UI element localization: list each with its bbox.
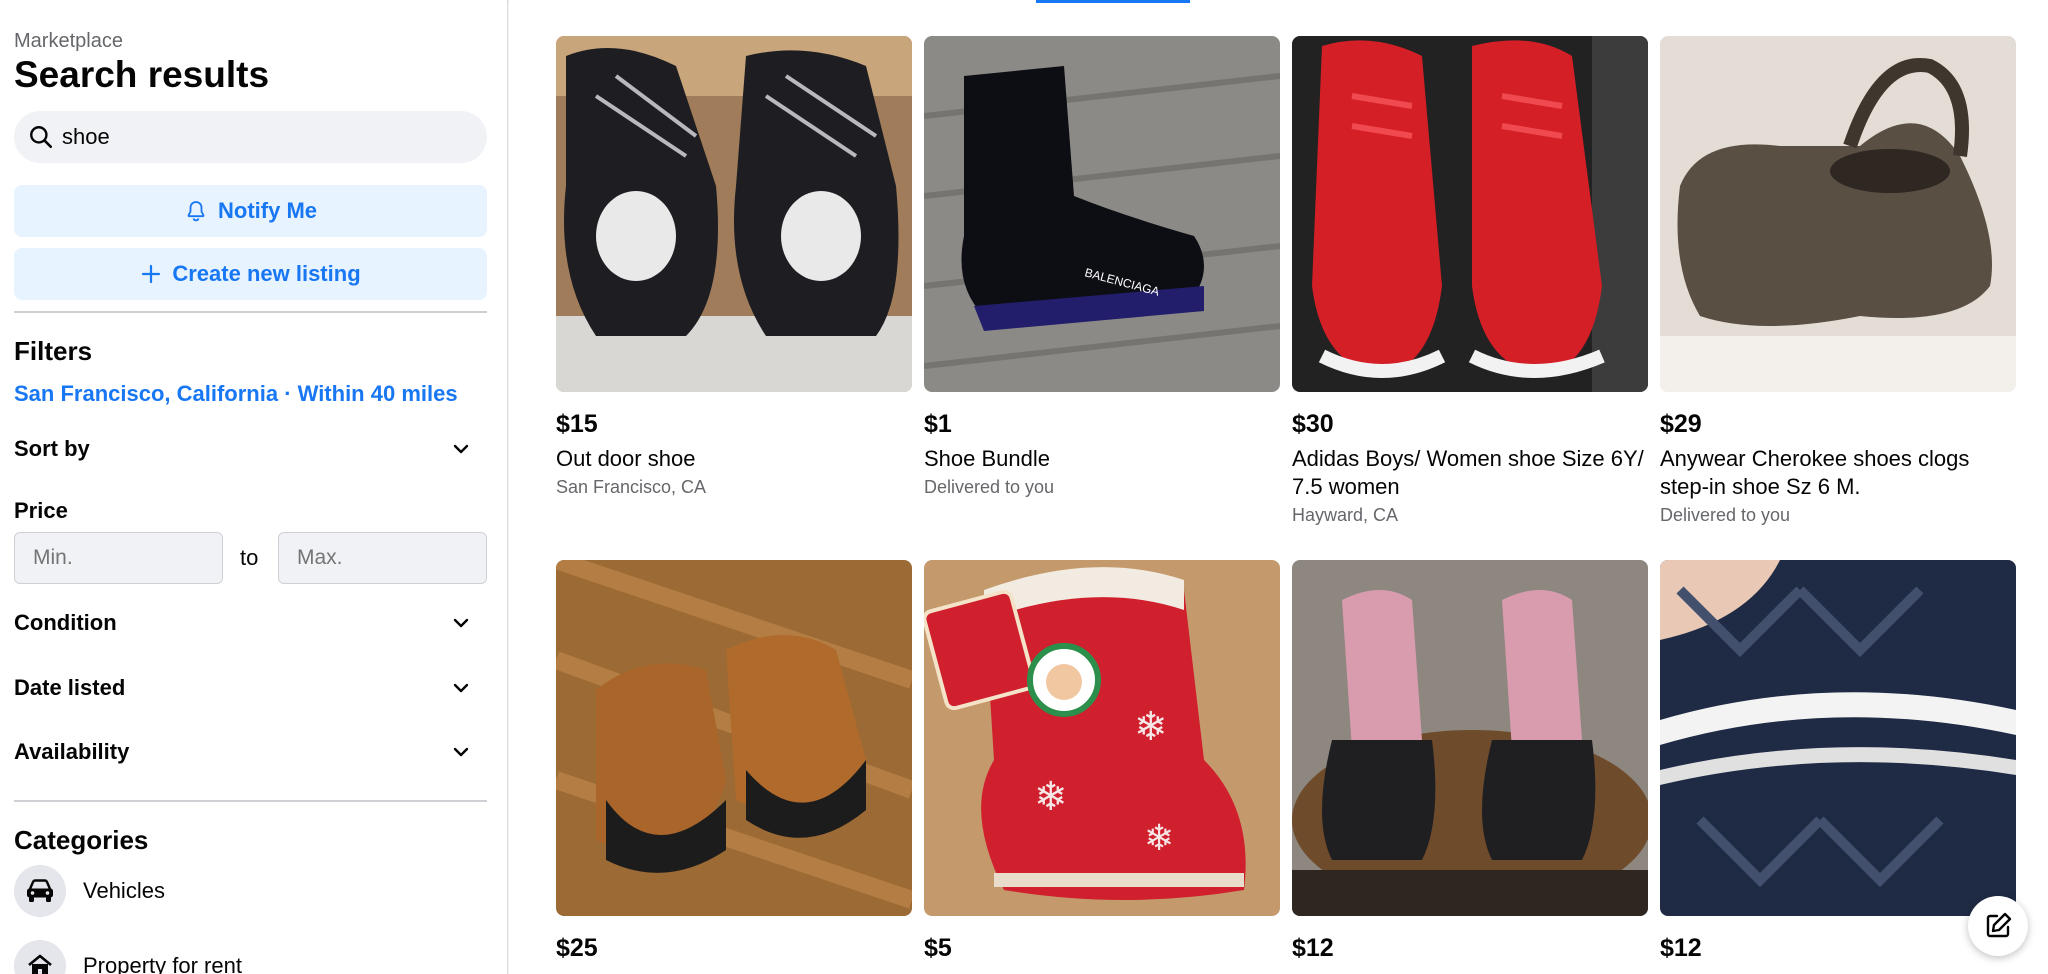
divider — [14, 311, 487, 313]
max-price-input[interactable] — [278, 532, 487, 584]
chevron-down-icon — [453, 747, 469, 757]
search-icon — [30, 126, 53, 149]
svg-text:❄: ❄ — [1144, 817, 1174, 858]
listing-photo[interactable] — [1292, 560, 1648, 916]
listing-photo[interactable] — [556, 560, 912, 916]
category-label: Vehicles — [83, 878, 165, 903]
listing-location: Hayward, CA — [1292, 505, 1399, 525]
svg-text:❄: ❄ — [1134, 705, 1168, 749]
listing-card[interactable]: $29 Anywear Cherokee shoes clogs step-in… — [1660, 36, 2016, 526]
create-listing-label: Create new listing — [172, 261, 361, 286]
listing-card[interactable]: $12 — [1292, 560, 1648, 963]
listing-price: $12 — [1292, 934, 1334, 962]
listing-card[interactable]: BALENCIAGA $1 Shoe Bundle Delivered to y… — [924, 36, 1280, 498]
listing-photo[interactable]: ❄ ❄ ❄ — [924, 560, 1280, 916]
condition-label: Condition — [14, 610, 117, 635]
listing-price: $1 — [924, 410, 952, 438]
listing-card[interactable]: ❄ ❄ ❄ $5 — [924, 560, 1280, 963]
category-vehicles[interactable]: Vehicles — [14, 865, 165, 917]
car-icon — [14, 865, 66, 917]
listing-price: $29 — [1660, 410, 1702, 438]
chevron-down-icon — [453, 444, 469, 454]
condition-dropdown[interactable]: Condition — [14, 601, 487, 645]
listing-grid: $15 Out door shoe San Francisco, CA BALE… — [509, 0, 2048, 974]
categories-heading: Categories — [14, 825, 149, 855]
active-tab-indicator — [1036, 0, 1190, 3]
listing-title[interactable]: Anywear Cherokee shoes clogs step-in sho… — [1660, 445, 2016, 501]
bell-icon — [187, 201, 205, 222]
category-label: Property for rent — [83, 953, 242, 974]
listing-location: San Francisco, CA — [556, 477, 707, 497]
listing-price: $25 — [556, 934, 598, 962]
divider — [14, 800, 487, 802]
availability-label: Availability — [14, 739, 130, 764]
listing-photo[interactable] — [556, 36, 912, 392]
listing-photo[interactable] — [1660, 36, 2016, 392]
listing-photo[interactable] — [1292, 36, 1648, 392]
search-box[interactable] — [14, 111, 487, 163]
page-title: Search results — [14, 54, 270, 95]
sidebar: Marketplace Search results Notify Me Cre… — [0, 0, 508, 974]
listing-card[interactable]: $15 Out door shoe San Francisco, CA — [556, 36, 912, 498]
chevron-down-icon — [453, 618, 469, 628]
location-filter-link[interactable]: San Francisco, California · Within 40 mi… — [14, 381, 458, 407]
plus-icon — [142, 264, 161, 284]
date-listed-label: Date listed — [14, 675, 126, 700]
price-to-label: to — [240, 545, 259, 570]
listing-photo[interactable]: BALENCIAGA — [924, 36, 1280, 392]
create-listing-button[interactable]: Create new listing — [14, 248, 487, 300]
listing-location: Delivered to you — [1660, 505, 1791, 525]
listing-card[interactable]: $25 — [556, 560, 912, 963]
svg-text:❄: ❄ — [1034, 775, 1068, 819]
search-input[interactable] — [62, 124, 462, 150]
listing-title[interactable]: Shoe Bundle — [924, 445, 1280, 473]
listing-price: $12 — [1660, 934, 1702, 962]
listing-location: Delivered to you — [924, 477, 1055, 497]
chevron-down-icon — [453, 683, 469, 693]
house-icon — [14, 940, 66, 974]
notify-me-button[interactable]: Notify Me — [14, 185, 487, 237]
category-property-for-rent[interactable]: Property for rent — [14, 940, 242, 974]
listing-photo[interactable] — [1660, 560, 2016, 916]
filters-heading: Filters — [14, 336, 93, 366]
compose-icon — [1986, 912, 2012, 938]
date-listed-dropdown[interactable]: Date listed — [14, 666, 487, 710]
availability-dropdown[interactable]: Availability — [14, 730, 487, 774]
listing-price: $15 — [556, 410, 598, 438]
listing-price: $5 — [924, 934, 952, 962]
listing-title[interactable]: Adidas Boys/ Women shoe Size 6Y/ 7.5 wom… — [1292, 445, 1648, 501]
sort-by-label: Sort by — [14, 436, 90, 461]
listing-card[interactable]: $12 — [1660, 560, 2016, 963]
notify-me-label: Notify Me — [218, 198, 317, 223]
breadcrumb[interactable]: Marketplace — [14, 30, 123, 53]
min-price-input[interactable] — [14, 532, 223, 584]
listing-card[interactable]: $30 Adidas Boys/ Women shoe Size 6Y/ 7.5… — [1292, 36, 1648, 526]
price-label: Price — [14, 498, 68, 523]
compose-message-button[interactable] — [1968, 896, 2028, 956]
listing-title[interactable]: Out door shoe — [556, 445, 912, 473]
listing-price: $30 — [1292, 410, 1334, 438]
sort-by-dropdown[interactable]: Sort by — [14, 427, 487, 471]
